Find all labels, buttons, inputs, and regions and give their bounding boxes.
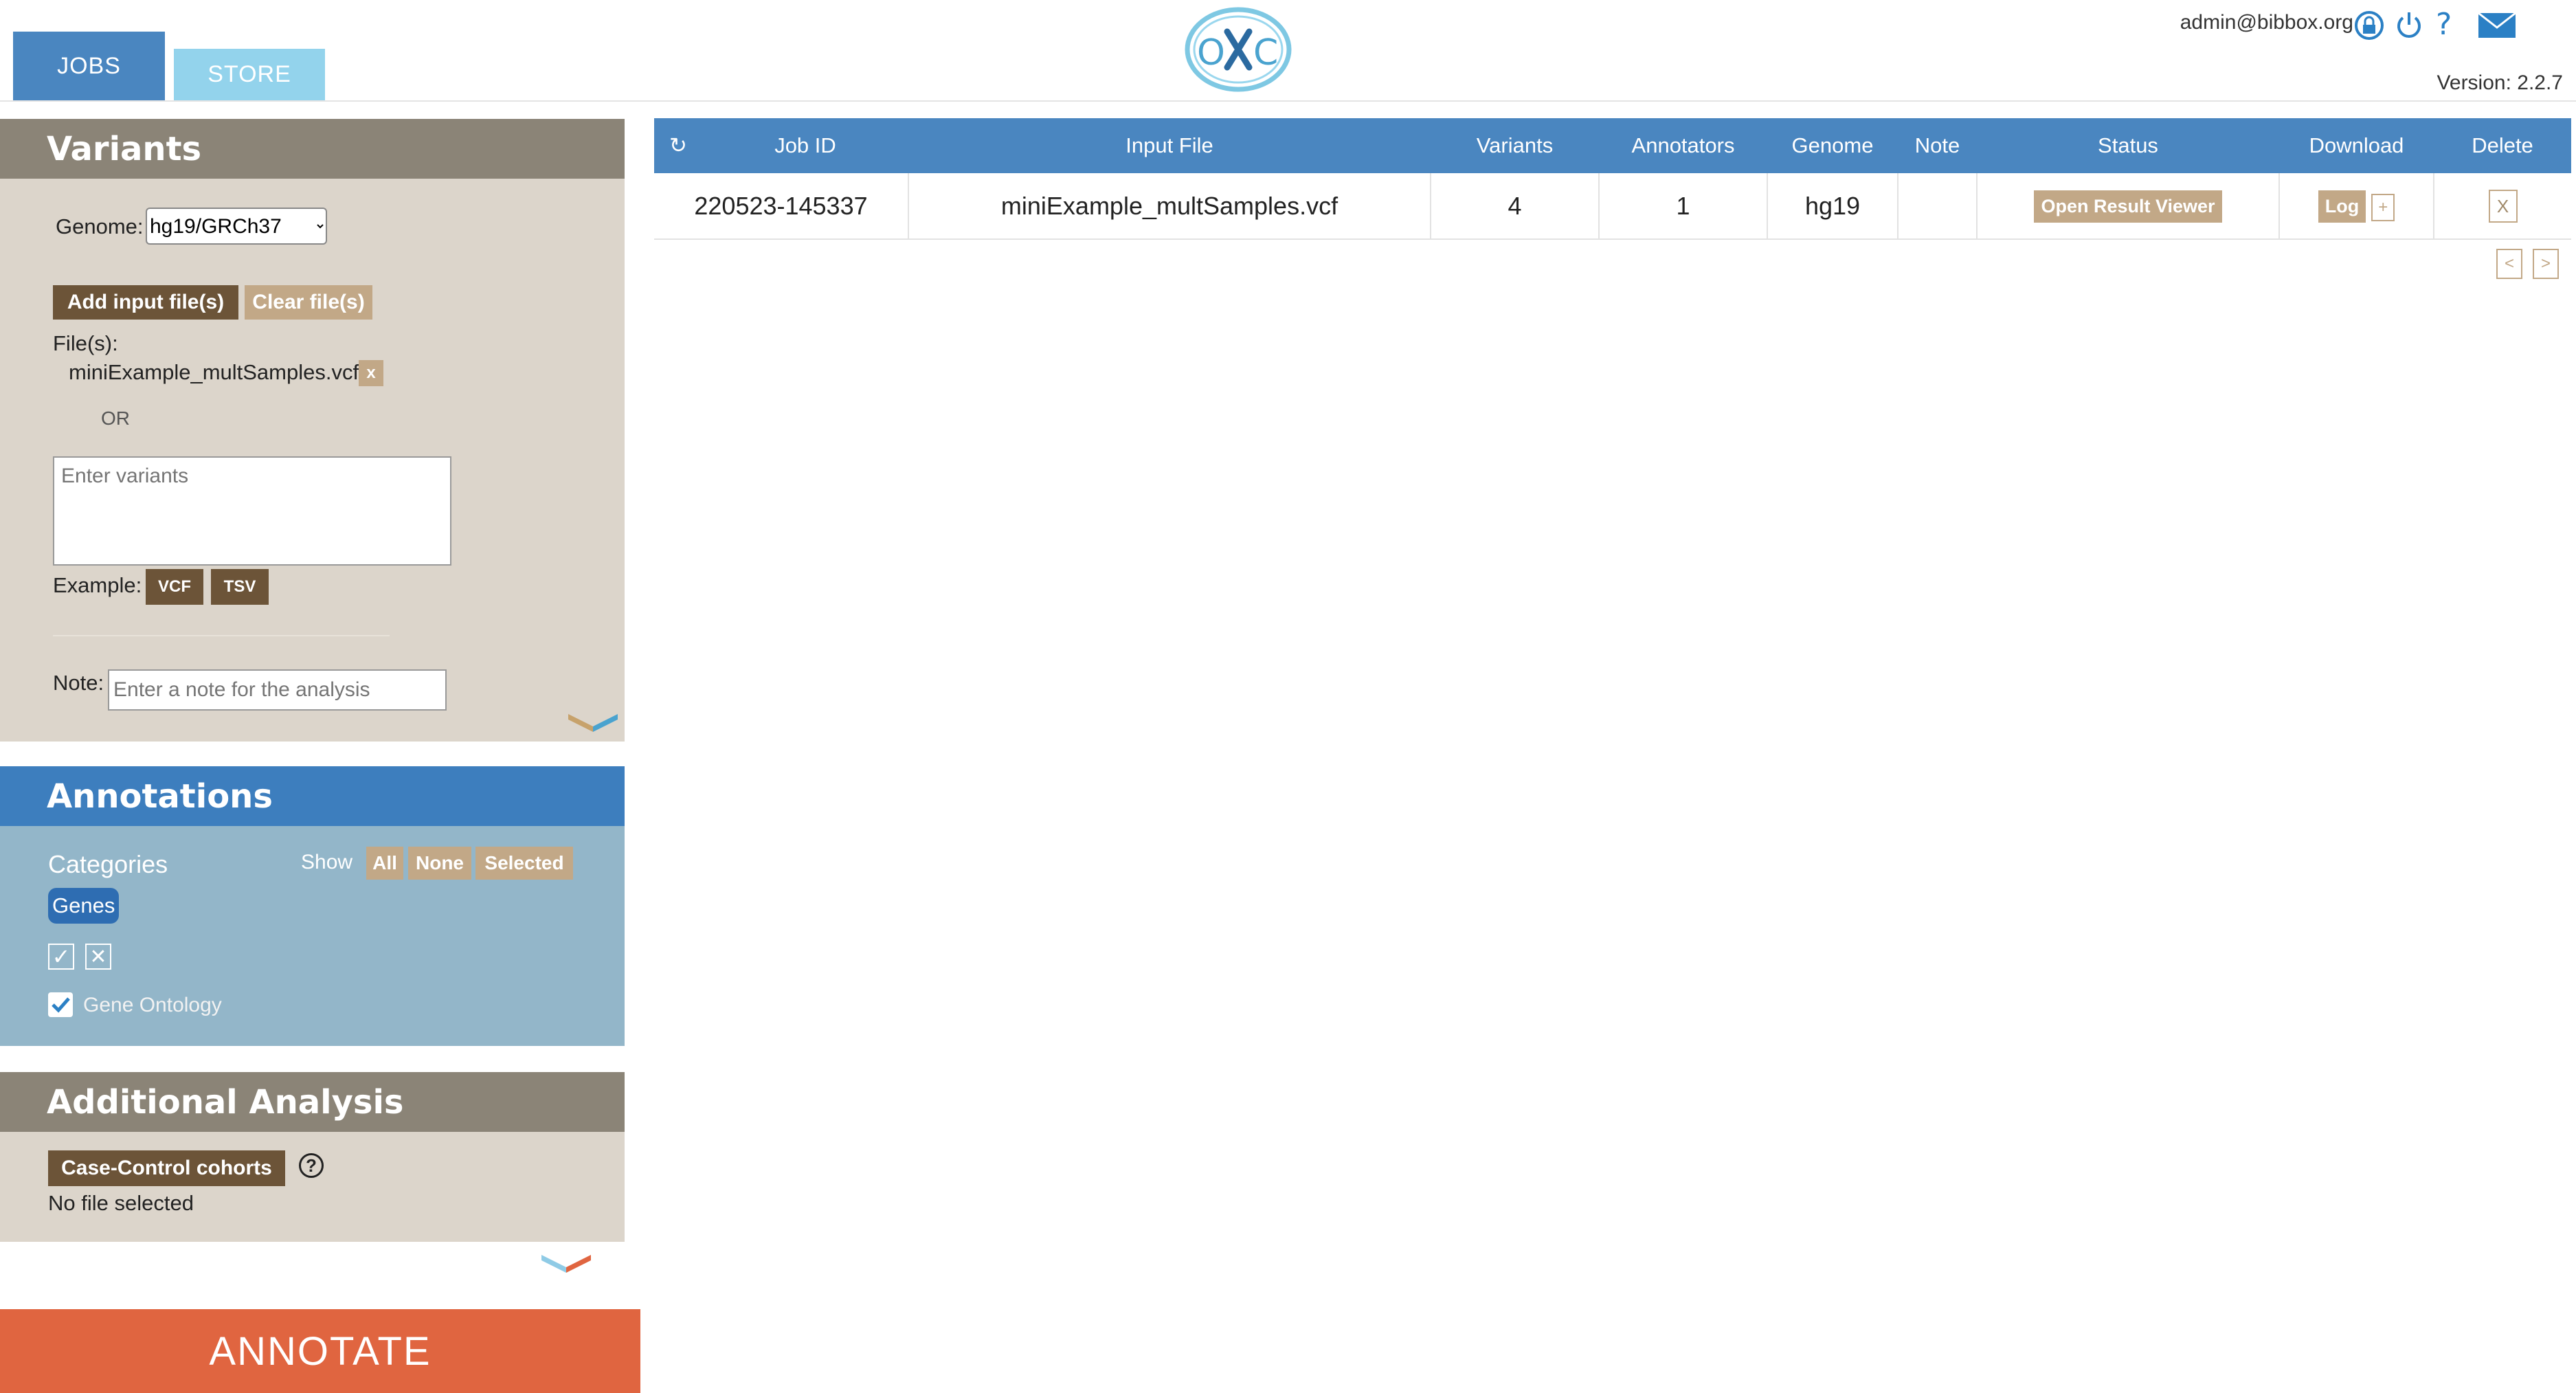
variants-cell: 4 <box>1430 173 1600 240</box>
show-all-button[interactable]: All <box>366 847 403 880</box>
tab-store[interactable]: STORE <box>174 49 325 100</box>
header-divider <box>0 100 2576 102</box>
annotators-cell: 1 <box>1598 173 1768 240</box>
delete-job-button[interactable]: X <box>2488 189 2518 223</box>
category-genes[interactable]: Genes <box>48 888 120 924</box>
divider <box>53 635 390 636</box>
header-variants[interactable]: Variants <box>1431 118 1599 173</box>
categories-label: Categories <box>48 850 168 878</box>
show-selected-button[interactable]: Selected <box>475 847 573 880</box>
variants-input[interactable] <box>53 456 451 566</box>
header-annotators[interactable]: Annotators <box>1599 118 1767 173</box>
expand-chevron-icon[interactable] <box>540 1252 592 1273</box>
or-label: OR <box>101 408 130 429</box>
svg-text:C: C <box>1253 32 1278 74</box>
file-name: miniExample_multSamples.vcf <box>69 360 359 384</box>
show-none-button[interactable]: None <box>408 847 471 880</box>
power-icon[interactable] <box>2394 10 2424 41</box>
check-all-icon[interactable]: ✓ <box>48 944 74 970</box>
help-icon[interactable]: ? <box>2436 7 2452 42</box>
note-label: Note: <box>53 671 104 695</box>
example-label: Example: <box>53 573 142 597</box>
no-file-label: No file selected <box>48 1191 194 1215</box>
show-label: Show <box>301 851 353 873</box>
genome-cell: hg19 <box>1767 173 1899 240</box>
refresh-icon[interactable]: ↻ <box>654 118 702 173</box>
header-note[interactable]: Note <box>1898 118 1977 173</box>
status-cell: Open Result Viewer <box>1976 173 2280 240</box>
genome-select[interactable]: hg19/GRCh37 <box>146 208 327 245</box>
log-download-button[interactable]: Log <box>2318 190 2366 223</box>
tab-jobs[interactable]: JOBS <box>13 32 165 100</box>
table-header-row: ↻ Job ID Input File Variants Annotators … <box>654 118 2571 173</box>
next-page-button[interactable]: > <box>2533 249 2559 279</box>
gene-ontology-label: Gene Ontology <box>83 994 222 1016</box>
note-input[interactable] <box>108 669 447 711</box>
version-label: Version: 2.2.7 <box>2437 71 2563 94</box>
genome-label: Genome: <box>56 214 144 238</box>
svg-text:O: O <box>1197 32 1225 74</box>
gene-ontology-checkbox[interactable] <box>48 992 73 1017</box>
header-job-id[interactable]: Job ID <box>702 118 908 173</box>
additional-analysis-panel <box>0 1132 625 1242</box>
uncheck-all-icon[interactable]: ✕ <box>85 944 111 970</box>
remove-file-button[interactable]: x <box>359 360 383 386</box>
header-status[interactable]: Status <box>1977 118 2279 173</box>
example-vcf-button[interactable]: VCF <box>146 569 203 605</box>
note-cell <box>1897 173 1978 240</box>
variants-title[interactable]: Variants <box>0 119 625 179</box>
download-cell: Log + <box>2278 173 2434 240</box>
files-label: File(s): <box>53 331 118 355</box>
table-row: 220523-145337 miniExample_multSamples.vc… <box>654 173 2571 240</box>
header-delete: Delete <box>2434 118 2571 173</box>
header-download: Download <box>2279 118 2434 173</box>
collapse-chevron-icon[interactable] <box>567 711 619 732</box>
user-email: admin@bibbox.org <box>2180 11 2353 34</box>
header-input-file[interactable]: Input File <box>908 118 1431 173</box>
expand-download-button[interactable]: + <box>2371 193 2395 221</box>
annotate-button[interactable]: ANNOTATE <box>0 1309 640 1393</box>
delete-cell: X <box>2433 173 2571 240</box>
case-control-button[interactable]: Case-Control cohorts <box>48 1150 285 1186</box>
input-file-cell: miniExample_multSamples.vcf <box>908 173 1431 240</box>
case-control-help-icon[interactable]: ? <box>299 1153 324 1178</box>
jobs-table: ↻ Job ID Input File Variants Annotators … <box>654 118 2571 240</box>
annotations-title[interactable]: Annotations <box>0 766 625 826</box>
additional-analysis-title[interactable]: Additional Analysis <box>0 1072 625 1132</box>
mail-icon[interactable] <box>2478 12 2516 38</box>
add-input-files-button[interactable]: Add input file(s) <box>53 285 238 320</box>
clear-files-button[interactable]: Clear file(s) <box>245 285 372 320</box>
prev-page-button[interactable]: < <box>2496 249 2522 279</box>
lock-icon[interactable] <box>2353 10 2385 41</box>
header-genome[interactable]: Genome <box>1767 118 1898 173</box>
job-id-cell: 220523-145337 <box>654 173 909 240</box>
example-tsv-button[interactable]: TSV <box>211 569 269 605</box>
open-result-viewer-button[interactable]: Open Result Viewer <box>2034 190 2222 223</box>
oxc-logo[interactable]: O C <box>1185 7 1292 92</box>
